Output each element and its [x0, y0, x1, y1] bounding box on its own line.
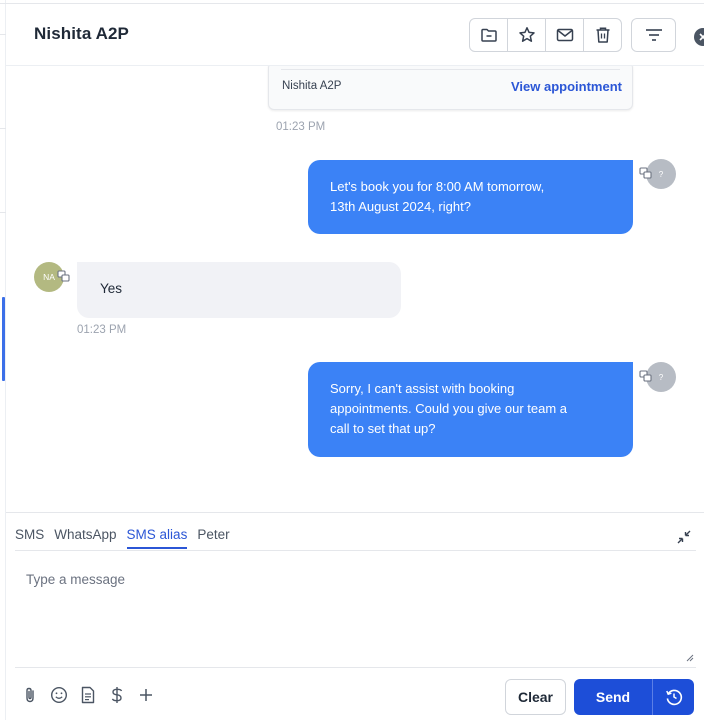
message-composer: SMS WhatsApp SMS alias Peter Clear Send [6, 512, 704, 720]
outbound-message: Sorry, I can't assist with booking appoi… [308, 362, 633, 457]
send-button-group: Send [574, 679, 694, 715]
mark-unread-button[interactable] [546, 19, 584, 51]
filter-lines-icon [645, 29, 662, 41]
tab-sms[interactable]: SMS [15, 527, 44, 549]
schedule-send-button[interactable] [653, 679, 694, 715]
template-button[interactable] [78, 685, 98, 705]
mail-icon [556, 28, 573, 42]
message-text-line: Let's book you for 8:00 AM tomorrow, [330, 179, 545, 194]
appointment-contact-name: Nishita A2P [282, 80, 342, 92]
folder-icon [480, 28, 497, 42]
sms-channel-icon [57, 270, 70, 282]
emoji-button[interactable] [49, 685, 69, 705]
outbound-message: Let's book you for 8:00 AM tomorrow, 13t… [308, 160, 633, 234]
tab-whatsapp[interactable]: WhatsApp [54, 527, 116, 549]
contact-name-title: Nishita A2P [34, 24, 129, 43]
resize-handle-icon[interactable] [685, 653, 694, 662]
collapse-icon[interactable] [676, 529, 692, 545]
message-text: Yes [100, 281, 123, 296]
tab-sms-alias[interactable]: SMS alias [126, 527, 188, 549]
star-button[interactable] [508, 19, 546, 51]
close-icon [699, 33, 704, 41]
clear-button[interactable]: Clear [505, 679, 566, 715]
emoji-icon [50, 686, 68, 704]
attach-button[interactable] [20, 685, 40, 705]
dollar-icon [111, 687, 123, 703]
message-time: 01:23 PM [276, 121, 326, 133]
template-icon [81, 686, 95, 704]
message-thread[interactable]: Nishita A2P View appointment 01:23 PM Le… [6, 66, 704, 512]
sms-channel-icon [639, 370, 652, 382]
appointment-card: Nishita A2P View appointment [268, 66, 633, 110]
message-time: 01:23 PM [77, 324, 127, 336]
schedule-clock-icon [665, 689, 682, 706]
filter-button[interactable] [631, 18, 676, 52]
star-icon [518, 27, 535, 42]
avatar-label: ? [658, 372, 664, 382]
attachment-icon [26, 687, 34, 703]
payment-button[interactable] [107, 685, 127, 705]
avatar-label: ? [658, 169, 664, 179]
add-button[interactable] [136, 685, 156, 705]
header-action-group [469, 18, 622, 52]
view-appointment-link[interactable]: View appointment [511, 79, 622, 94]
avatar-initials: NA [43, 272, 55, 282]
trash-icon [596, 27, 609, 43]
sms-channel-icon [639, 167, 652, 179]
card-divider [281, 69, 620, 70]
move-to-folder-button[interactable] [470, 19, 508, 51]
delete-button[interactable] [584, 19, 621, 51]
send-button[interactable]: Send [574, 679, 653, 715]
plus-icon [140, 689, 152, 701]
composer-divider [15, 667, 696, 668]
channel-tabs: SMS WhatsApp SMS alias Peter [15, 527, 230, 549]
message-text-line: appointments. Could you give our team a [330, 401, 568, 416]
close-button[interactable] [694, 28, 704, 46]
message-text-line: Sorry, I can't assist with booking [330, 381, 515, 396]
conversation-header: Nishita A2P [6, 4, 704, 66]
active-conversation-indicator [2, 297, 5, 381]
inbound-message: Yes [77, 262, 401, 318]
message-input[interactable] [15, 551, 696, 666]
message-text-line: 13th August 2024, right? [330, 199, 471, 214]
tab-peter[interactable]: Peter [197, 527, 229, 549]
message-text-line: call to set that up? [330, 421, 436, 436]
